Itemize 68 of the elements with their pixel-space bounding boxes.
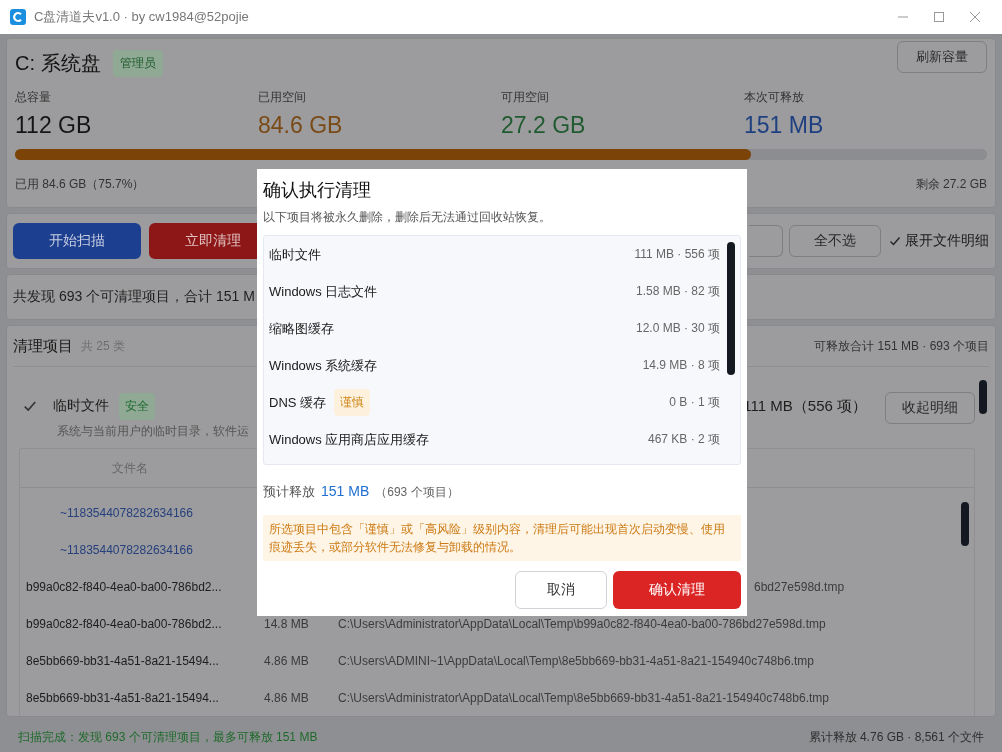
admin-badge: 管理员 <box>112 49 163 77</box>
check-icon <box>889 235 901 247</box>
maximize-icon[interactable] <box>934 12 944 22</box>
warning-text: 所选项目中包含「谨慎」或「高风险」级别内容，清理后可能出现首次启动变慢、使用痕迹丢失，或部分软件无法修复与卸载的情况。 <box>263 515 741 561</box>
status-total: 累计释放 4.76 GB · 8,561 个文件 <box>808 728 984 746</box>
item-size: 14.9 MB · 8 项 <box>642 357 720 374</box>
file-path: C:\Users\ADMINI~1\AppData\Local\Temp\8e5bb669-bb31-4a51-8a21-154940c748b6.tmp <box>338 653 814 668</box>
scan-button[interactable]: 开始扫描 <box>13 223 141 259</box>
dialog-subtitle: 以下项目将被永久删除，删除后无法通过回收站恢复。 <box>263 209 552 226</box>
file-name: b99a0c82-f840-4ea0-ba00-786bd2... <box>26 616 223 631</box>
file-name: ~1183544078282634166 <box>59 505 194 520</box>
stat-label: 总容量 <box>15 89 52 106</box>
file-path: C:\Users\Administrator\AppData\Local\Temp\8e5bb669-bb31-4a51-8a21-154940c748b6.tmp <box>338 690 829 705</box>
stat-value: 84.6 GB <box>258 112 344 139</box>
item-checkbox[interactable] <box>23 399 37 413</box>
stat-label: 可用空间 <box>501 89 550 106</box>
cancel-button[interactable]: 取消 <box>515 571 607 609</box>
estimate-value: 151 MB <box>321 483 370 499</box>
file-size: 4.86 MB <box>264 690 310 705</box>
stat-value: 112 GB <box>15 112 93 139</box>
file-name: 8e5bb669-bb31-4a51-8a21-15494... <box>26 653 220 668</box>
stat-value: 151 MB <box>744 112 825 139</box>
stat-value: 27.2 GB <box>501 112 587 139</box>
file-name: ~1183544078282634166 <box>59 542 194 557</box>
estimate-count: （693 个项目） <box>375 484 459 501</box>
item-size: 1.58 MB · 82 项 <box>635 283 720 300</box>
scrollbar-thumb[interactable] <box>727 242 735 375</box>
collapse-button[interactable]: 收起明细 <box>885 392 975 424</box>
item-size: 467 KB · 2 项 <box>647 431 720 448</box>
window-title: C盘清道夫v1.0 · by cw1984@52pojie <box>34 8 249 26</box>
disk-name: C: 系统盘 <box>15 50 101 76</box>
item-name: 临时文件 <box>53 397 109 415</box>
file-path: 6bd27e598d.tmp <box>754 579 845 594</box>
free-text: 剩余 27.2 GB <box>915 176 987 193</box>
confirm-button[interactable]: 确认清理 <box>613 571 741 609</box>
item-size: 0 B · 1 项 <box>669 394 720 411</box>
refresh-button[interactable]: 刷新容量 <box>897 41 987 73</box>
file-size: 4.86 MB <box>264 653 310 668</box>
risk-tag: 安全 <box>119 392 155 420</box>
app-logo-icon <box>10 9 26 25</box>
scrollbar-thumb[interactable] <box>961 502 969 546</box>
item-size: 12.0 MB · 30 项 <box>635 320 720 337</box>
section-title: 清理项目 <box>13 336 73 356</box>
item-description: 系统与当前用户的临时目录，软件运 <box>56 423 249 440</box>
dialog-title: 确认执行清理 <box>263 179 372 202</box>
file-path: C:\Users\Administrator\AppData\Local\Temp\b99a0c82-f840-4ea0-ba00-786bd27e598d.tmp <box>338 616 826 631</box>
scrollbar-thumb[interactable] <box>979 380 987 414</box>
item-name: DNS 缓存 <box>269 393 327 412</box>
file-name: b99a0c82-f840-4ea0-ba00-786bd2... <box>26 579 223 594</box>
select-button[interactable] <box>749 225 783 257</box>
item-name: Windows 日志文件 <box>269 282 378 301</box>
file-name: 8e5bb669-bb31-4a51-8a21-15494... <box>26 690 220 705</box>
item-name: Windows 应用商店应用缓存 <box>269 430 430 449</box>
item-name: 缩略图缓存 <box>269 319 334 338</box>
file-size: 14.8 MB <box>264 616 310 631</box>
stat-label: 本次可释放 <box>744 89 805 106</box>
close-icon[interactable] <box>970 12 980 22</box>
deselect-button[interactable]: 全不选 <box>789 225 881 257</box>
risk-tag: 谨慎 <box>334 389 371 416</box>
release-total: 可释放合计 151 MB · 693 个项目 <box>814 337 989 355</box>
stat-label: 已用空间 <box>258 89 307 106</box>
estimate-label: 预计释放 <box>263 483 315 501</box>
expand-details-checkbox[interactable]: 展开文件明细 <box>889 232 989 250</box>
used-text: 已用 84.6 GB（75.7%） <box>15 176 145 193</box>
item-size: 111 MB · 556 项 <box>634 246 720 263</box>
status-message: 扫描完成：发现 693 个可清理项目，最多可释放 151 MB <box>18 728 318 746</box>
summary-text: 共发现 693 个可清理项目，合计 151 M <box>13 288 255 306</box>
item-name: Windows 系统缓存 <box>269 356 378 375</box>
